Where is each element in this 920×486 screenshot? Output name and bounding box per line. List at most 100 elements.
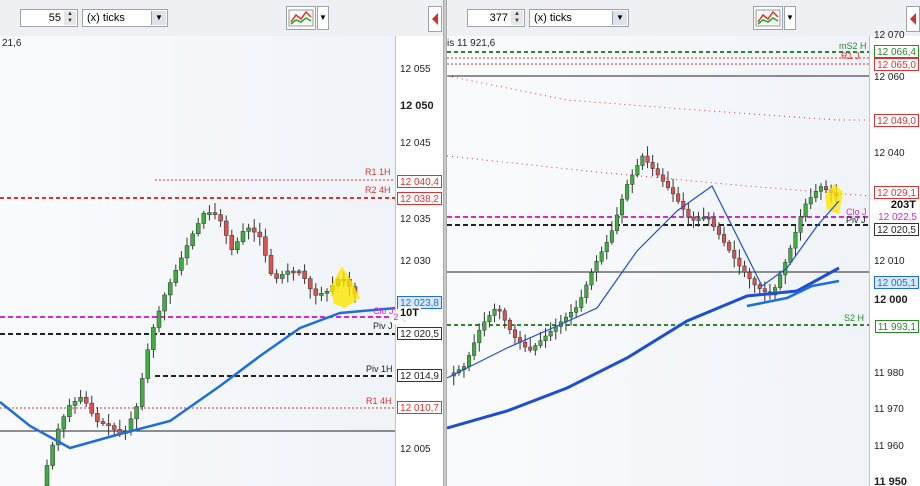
right-candle bbox=[660, 174, 665, 182]
left-candle bbox=[128, 418, 134, 432]
left-chart-area[interactable] bbox=[0, 36, 443, 486]
left-indicator-button[interactable] bbox=[286, 6, 316, 30]
right-candle bbox=[620, 198, 625, 216]
side-arrow-icon bbox=[910, 13, 916, 25]
right-candle bbox=[533, 345, 538, 351]
right-candle bbox=[665, 181, 670, 188]
right-candle bbox=[477, 329, 482, 344]
left-candle bbox=[291, 270, 296, 274]
right-candle bbox=[472, 342, 477, 356]
right-candle bbox=[625, 184, 630, 200]
line-label-s2-h: S2 H bbox=[844, 313, 865, 323]
line-label-r1-4h: R1 4H bbox=[366, 396, 392, 406]
right-candle bbox=[589, 272, 594, 286]
right-candle bbox=[798, 216, 803, 233]
y-tick: 12 045 bbox=[400, 138, 431, 149]
left-candle bbox=[139, 378, 145, 407]
right-ticks-spinner[interactable]: 377 ▲ ▼ bbox=[467, 9, 525, 27]
left-candle bbox=[111, 425, 117, 430]
left-candle bbox=[67, 405, 72, 417]
right-candle bbox=[727, 242, 732, 251]
left-candle bbox=[302, 270, 307, 279]
right-chart-area[interactable] bbox=[447, 36, 920, 486]
left-candle bbox=[50, 444, 55, 466]
left-candle bbox=[212, 212, 218, 215]
right-candle bbox=[706, 216, 711, 220]
price-box-piv-1h: 12 014,9 bbox=[397, 369, 442, 382]
y-tick: 12 010 bbox=[874, 256, 905, 267]
right-candle bbox=[584, 284, 589, 298]
left-candle bbox=[251, 227, 257, 233]
left-candle bbox=[78, 397, 83, 402]
left-mode-select[interactable]: (x) ticks ▼ bbox=[82, 9, 168, 27]
right-candle bbox=[635, 165, 640, 176]
y-tick: 12 035 bbox=[400, 214, 431, 225]
left-side-button[interactable] bbox=[428, 6, 442, 32]
y-tick: 12 040 bbox=[874, 148, 905, 159]
left-price-chart bbox=[0, 179, 397, 486]
line-label-piv-1h: Piv 1H bbox=[366, 364, 393, 374]
line-label-r1-1h: R1 1H bbox=[365, 167, 391, 177]
y-tick: 12 055 bbox=[400, 64, 431, 75]
dropdown-arrow-icon: ▼ bbox=[151, 11, 166, 25]
right-candle bbox=[686, 208, 691, 218]
y-tick: 12 050 bbox=[400, 100, 434, 112]
y-tick: 12 060 bbox=[874, 72, 905, 83]
dropdown-arrow-icon: ▼ bbox=[319, 13, 327, 22]
right-candle bbox=[696, 218, 701, 221]
left-candle bbox=[89, 402, 95, 414]
left-candle bbox=[44, 465, 50, 486]
right-mode-select[interactable]: (x) ticks ▼ bbox=[529, 9, 629, 27]
left-price-scale[interactable]: 12 055 12 050 12 045 12 035 12 030 12 00… bbox=[395, 36, 443, 486]
right-candle bbox=[604, 242, 609, 253]
right-candle bbox=[737, 257, 742, 267]
right-price-scale[interactable]: 12 070 12 060 12 040 12 010 12 000 11 98… bbox=[869, 30, 920, 486]
price-box-s2-h: 11 993,1 bbox=[874, 320, 919, 333]
right-indicator-button[interactable] bbox=[753, 6, 783, 30]
side-arrow-icon bbox=[432, 13, 438, 25]
y-tick: 11 950 bbox=[874, 476, 908, 486]
left-candle bbox=[145, 349, 151, 379]
red-dotted-curve bbox=[447, 75, 870, 121]
line-label-piv-j: Piv J bbox=[846, 215, 866, 225]
spinner-icon[interactable]: ▲ ▼ bbox=[511, 11, 523, 25]
left-candle bbox=[156, 310, 162, 328]
left-candle bbox=[184, 245, 190, 259]
left-candle bbox=[100, 421, 106, 424]
right-candle bbox=[609, 230, 614, 243]
right-candle bbox=[711, 218, 716, 227]
left-candle bbox=[190, 233, 195, 246]
left-mode-label: (x) ticks bbox=[87, 12, 125, 24]
left-candle bbox=[195, 223, 201, 235]
right-candle bbox=[512, 329, 517, 338]
right-side-button[interactable] bbox=[906, 6, 920, 32]
left-candle bbox=[207, 212, 212, 215]
left-candle bbox=[179, 257, 184, 271]
left-candle bbox=[268, 255, 274, 275]
left-indicator-dropdown[interactable]: ▼ bbox=[317, 6, 329, 30]
dropdown-arrow-icon: ▼ bbox=[786, 13, 794, 22]
right-candle bbox=[650, 162, 655, 169]
indicator-chart-icon bbox=[755, 9, 781, 27]
left-ticks-value: 55 bbox=[48, 12, 61, 24]
left-candle bbox=[263, 236, 268, 256]
left-ticks-spinner[interactable]: 55 ▲ ▼ bbox=[20, 9, 78, 27]
right-indicator-dropdown[interactable]: ▼ bbox=[784, 6, 796, 30]
y-tick: 12 005 bbox=[400, 444, 431, 455]
left-candle bbox=[279, 274, 285, 279]
left-header-info: 21,6 bbox=[2, 38, 22, 49]
y-tick: 11 980 bbox=[874, 368, 904, 379]
line-label-ms2-h: mS2 H bbox=[839, 41, 867, 51]
right-candle bbox=[548, 331, 553, 337]
left-candle bbox=[223, 220, 229, 236]
spinner-icon[interactable]: ▲ ▼ bbox=[64, 11, 76, 25]
right-candle bbox=[824, 186, 829, 190]
right-candle bbox=[742, 265, 747, 273]
indicator-chart-icon bbox=[288, 9, 314, 27]
y-tick: 12 000 bbox=[874, 294, 908, 306]
left-candle bbox=[151, 327, 156, 350]
right-candle bbox=[808, 197, 813, 205]
right-candle bbox=[594, 261, 599, 273]
left-candle bbox=[83, 397, 89, 404]
right-candle bbox=[747, 272, 752, 279]
